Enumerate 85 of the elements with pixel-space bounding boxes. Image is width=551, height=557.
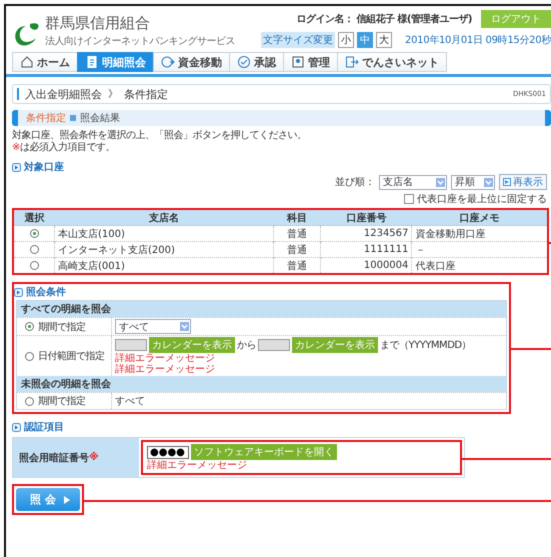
column-header: 選択	[14, 210, 54, 226]
group-heading: 未照会の明細を照会	[17, 376, 506, 392]
checkbox-label: 代表口座を最上位に固定する	[417, 192, 547, 206]
page-title: 入出金明細照会	[25, 86, 102, 102]
arrow-right-icon	[64, 496, 70, 504]
radio-button[interactable]	[30, 244, 38, 254]
page-subtitle: 条件指定	[124, 86, 168, 102]
column-header: 口座番号	[320, 210, 412, 226]
pin-field[interactable]: ●●●●	[147, 446, 189, 458]
exit-arrow-icon	[345, 55, 359, 69]
instruction-text: 対象口座、照会条件を選択の上、「照会」ボタンを押してください。	[12, 130, 308, 142]
document-icon	[85, 55, 99, 69]
table-cell: 1111111	[320, 242, 412, 258]
sort-select[interactable]: 支店名	[379, 174, 447, 190]
field-label: 照会用暗証番号	[19, 451, 89, 464]
date-field[interactable]	[258, 339, 290, 351]
column-header: 口座メモ	[412, 210, 547, 226]
group-heading: すべての明細を照会	[17, 301, 506, 317]
redisplay-button[interactable]: 再表示	[499, 174, 547, 190]
font-size-label: 文字サイズ変更	[261, 32, 336, 48]
step-marker	[70, 115, 76, 121]
table-cell: 資金移動用口座	[412, 226, 547, 242]
bank-name: 群馬県信用組合	[45, 14, 151, 32]
section-heading: 対象口座	[24, 160, 64, 174]
house-icon	[20, 55, 34, 69]
nav-tab[interactable]: 明細照会	[77, 52, 153, 72]
radio-button[interactable]	[25, 396, 34, 406]
radio-button[interactable]	[25, 352, 34, 360]
font-size-button[interactable]: 小	[338, 32, 354, 48]
service-name: 法人向けインターネットバンキングサービス	[45, 36, 235, 48]
required-note: は必須入力項目です。	[20, 142, 115, 153]
error-message: 詳細エラーメッセージ	[147, 460, 248, 471]
separator-text: 》	[108, 88, 118, 101]
dropdown-arrow-icon	[436, 178, 445, 186]
error-message: 詳細エラーメッセージ	[115, 353, 216, 364]
bullet-icon	[12, 162, 21, 172]
play-icon	[503, 178, 511, 186]
date-field[interactable]	[115, 339, 147, 351]
sort-select[interactable]: 昇順	[451, 174, 495, 190]
nav-tab[interactable]: 承認	[229, 52, 283, 72]
section-heading: 認証項目	[24, 420, 64, 434]
table-cell: 高崎支店(001)	[54, 258, 274, 273]
bullet-icon	[12, 422, 21, 432]
table-cell: 代表口座	[412, 258, 547, 273]
dropdown-arrow-icon	[180, 322, 189, 331]
table-cell: 本山支店(100)	[54, 226, 274, 242]
table-cell: 1234567	[320, 226, 412, 242]
dropdown-arrow-icon	[484, 178, 493, 186]
nav-tab[interactable]: 資金移動	[153, 52, 229, 72]
period-select[interactable]: すべて	[115, 319, 191, 334]
nav-tab[interactable]: ホーム	[12, 52, 77, 72]
font-size-button[interactable]: 大	[376, 32, 392, 48]
required-mark: ※	[89, 452, 99, 463]
option-label: 日付範囲で指定	[38, 350, 104, 363]
login-user: 信組花子 様(管理者ユーザ)	[356, 12, 472, 26]
option-value: すべて	[115, 395, 145, 408]
table-cell: 普通	[273, 242, 321, 258]
nav-tab[interactable]: 管理	[283, 52, 337, 72]
arrow-circle-icon	[161, 55, 175, 69]
format-hint: まで（YYYYMMDD）	[380, 339, 472, 352]
table-cell: 1000004	[320, 258, 412, 273]
step-label: 条件指定	[26, 112, 66, 125]
option-label: 期間で指定	[38, 394, 86, 408]
range-text: から	[237, 339, 256, 352]
table-cell: 普通	[273, 226, 321, 242]
date-time: 2010年10月01日 09時15分20秒	[405, 34, 551, 47]
checkbox[interactable]	[404, 194, 414, 204]
radio-button[interactable]	[30, 228, 38, 238]
option-label: 期間で指定	[38, 320, 86, 334]
check-circle-icon	[237, 55, 251, 69]
table-cell: 普通	[273, 258, 321, 273]
required-mark: ※	[12, 142, 20, 153]
table-cell: －	[412, 242, 547, 258]
radio-button[interactable]	[25, 322, 34, 331]
section-heading: 照会条件	[26, 286, 66, 299]
nav-tab[interactable]: でんさいネット	[337, 52, 447, 72]
table-cell: インターネット支店(200)	[54, 242, 274, 258]
sort-label: 並び順：	[335, 176, 375, 189]
login-label: ログイン名：	[296, 12, 354, 26]
error-message: 詳細エラーメッセージ	[115, 364, 216, 375]
step-label: 照会結果	[80, 112, 120, 125]
column-header: 支店名	[54, 210, 274, 226]
bullet-icon	[14, 288, 23, 296]
radio-button[interactable]	[30, 260, 38, 270]
column-header: 科目	[273, 210, 321, 226]
